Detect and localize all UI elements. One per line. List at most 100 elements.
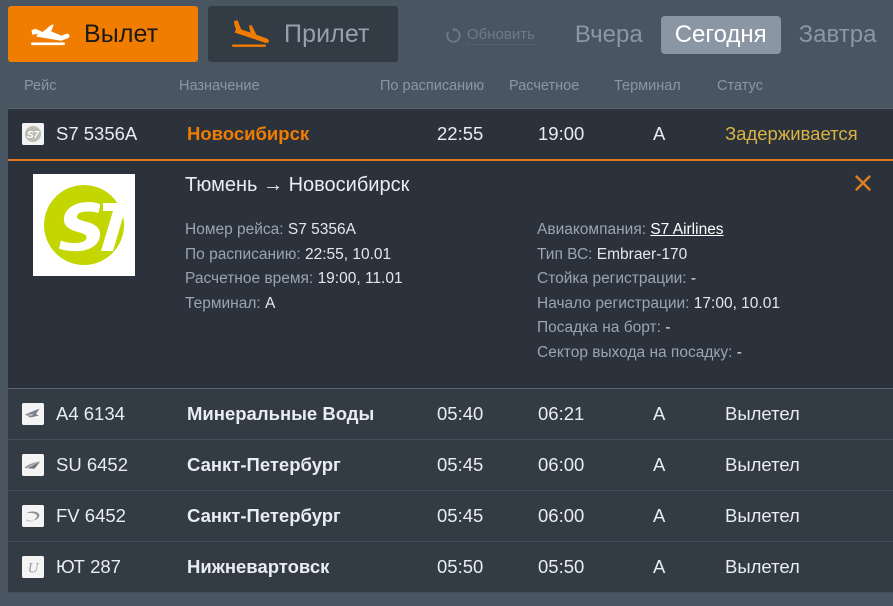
cell-status: Вылетел <box>725 505 800 526</box>
detail-right-column: Авиакомпания: S7 Airlines Тип ВС: Embrae… <box>537 218 780 365</box>
toolbar-right-group: Обновить Вчера Сегодня Завтра <box>445 15 893 55</box>
cell-destination: Минеральные Воды <box>187 403 375 424</box>
cell-destination: Новосибирск <box>187 123 310 144</box>
table-row[interactable]: FV 6452 Санкт-Петербург 05:45 06:00 A Вы… <box>8 491 893 542</box>
cell-flight-number: A4 6134 <box>56 403 125 424</box>
cell-status: Задерживается <box>725 123 858 144</box>
column-header-terminal: Терминал <box>614 78 681 94</box>
cell-flight-number: ЮТ 287 <box>56 556 121 577</box>
cell-flight-number: S7 5356A <box>56 123 138 144</box>
detail-label: Терминал: <box>185 294 261 312</box>
column-header-scheduled: По расписанию <box>380 78 485 94</box>
column-header-estimated: Расчетное <box>509 78 580 94</box>
cell-estimated: 19:00 <box>538 123 585 144</box>
cell-status: Вылетел <box>725 403 800 424</box>
day-tomorrow[interactable]: Завтра <box>787 16 889 54</box>
cell-flight-number: FV 6452 <box>56 505 126 526</box>
day-yesterday[interactable]: Вчера <box>563 16 655 54</box>
column-header-status: Статус <box>717 78 763 94</box>
detail-value: - <box>665 319 671 336</box>
detail-value: - <box>690 270 697 287</box>
detail-value: - <box>736 343 742 361</box>
detail-value: Embraer-170 <box>596 245 688 263</box>
column-header-destination: Назначение <box>179 78 260 94</box>
tab-departures-label: Вылет <box>84 19 159 48</box>
day-today[interactable]: Сегодня <box>660 16 781 54</box>
detail-field-airline: Авиакомпания: S7 Airlines <box>537 218 780 243</box>
detail-label: По расписанию: <box>185 245 301 263</box>
flight-table: S7 S7 5356A Новосибирск 22:55 19:00 A За… <box>8 108 893 593</box>
cell-scheduled: 22:55 <box>437 123 484 144</box>
cell-estimated: 06:00 <box>538 505 585 526</box>
cell-terminal: A <box>653 505 666 526</box>
table-row[interactable]: S7 S7 5356A Новосибирск 22:55 19:00 A За… <box>8 109 893 161</box>
cell-scheduled: 05:45 <box>437 454 484 475</box>
detail-label: Стойка регистрации: <box>537 270 687 287</box>
detail-field-gate-sector: Сектор выхода на посадку: - <box>537 341 780 366</box>
detail-label: Тип ВС: <box>537 245 593 263</box>
detail-value: S7 5356A <box>287 221 356 238</box>
detail-left-column: Номер рейса: S7 5356A По расписанию: 22:… <box>185 218 403 316</box>
detail-field-estimated: Расчетное время: 19:00, 11.01 <box>185 267 403 292</box>
detail-value: 22:55, 10.01 <box>304 245 392 263</box>
detail-value: 17:00, 10.01 <box>693 294 780 312</box>
plane-arrival-icon <box>228 17 272 51</box>
refresh-button[interactable]: Обновить <box>445 26 535 45</box>
detail-label: Сектор выхода на посадку: <box>537 343 733 361</box>
cell-destination: Санкт-Петербург <box>187 454 341 475</box>
cell-estimated: 05:50 <box>538 556 585 577</box>
cell-status: Вылетел <box>725 454 800 475</box>
detail-field-aircraft-type: Тип ВС: Embraer-170 <box>537 243 780 268</box>
detail-label: Посадка на борт: <box>537 319 661 336</box>
table-row[interactable]: A4 6134 Минеральные Воды 05:40 06:21 A В… <box>8 389 893 440</box>
flight-board-app: Вылет Прилет Обновить Вчера Сегодня Завт… <box>0 0 893 606</box>
detail-label: Начало регистрации: <box>537 294 690 312</box>
refresh-label: Обновить <box>467 25 535 45</box>
cell-flight-number: SU 6452 <box>56 454 128 475</box>
column-header-flight: Рейс <box>24 78 57 94</box>
close-icon[interactable] <box>853 173 873 193</box>
top-toolbar: Вылет Прилет Обновить Вчера Сегодня Завт… <box>0 0 893 72</box>
detail-label: Расчетное время: <box>185 270 314 287</box>
cell-terminal: A <box>653 556 666 577</box>
table-row[interactable]: U ЮТ 287 Нижневартовск 05:50 05:50 A Выл… <box>8 542 893 593</box>
rossiya-logo-icon <box>22 505 44 527</box>
detail-field-scheduled: По расписанию: 22:55, 10.01 <box>185 243 403 268</box>
detail-field-terminal: Терминал: A <box>185 292 403 317</box>
s7-logo-icon: S7 <box>22 123 44 145</box>
tab-arrivals[interactable]: Прилет <box>208 6 398 62</box>
tab-departures[interactable]: Вылет <box>8 6 198 62</box>
utair-logo-icon: U <box>22 556 44 578</box>
s7-logo-large-icon <box>33 174 135 276</box>
cell-destination: Нижневартовск <box>187 556 330 577</box>
cell-status: Вылетел <box>725 556 800 577</box>
day-selector: Вчера Сегодня Завтра <box>563 16 889 54</box>
detail-field-checkin-start: Начало регистрации: 17:00, 10.01 <box>537 292 780 317</box>
cell-estimated: 06:00 <box>538 454 585 475</box>
airline-link[interactable]: S7 Airlines <box>650 221 723 238</box>
detail-route-title: Тюмень → Новосибирск <box>185 174 410 196</box>
detail-value: A <box>265 294 276 312</box>
plane-departure-icon <box>28 17 72 51</box>
cell-terminal: A <box>653 403 666 424</box>
cell-terminal: A <box>653 123 666 144</box>
tab-arrivals-label: Прилет <box>284 19 370 48</box>
detail-label: Номер рейса: <box>185 221 284 238</box>
cell-scheduled: 05:40 <box>437 403 484 424</box>
detail-label: Авиакомпания: <box>537 221 647 238</box>
cell-estimated: 06:21 <box>538 403 585 424</box>
cell-terminal: A <box>653 454 666 475</box>
flight-detail-panel: Тюмень → Новосибирск Номер рейса: S7 535… <box>8 161 893 389</box>
table-row[interactable]: SU 6452 Санкт-Петербург 05:45 06:00 A Вы… <box>8 440 893 491</box>
detail-field-flight-number: Номер рейса: S7 5356A <box>185 218 403 243</box>
refresh-icon <box>445 27 462 44</box>
aeroflot-logo-icon <box>22 454 44 476</box>
detail-value: 19:00, 11.01 <box>317 270 403 287</box>
column-headers: Рейс Назначение По расписанию Расчетное … <box>0 72 893 108</box>
cell-destination: Санкт-Петербург <box>187 505 341 526</box>
detail-field-checkin-desk: Стойка регистрации: - <box>537 267 780 292</box>
azimuth-logo-icon <box>22 403 44 425</box>
cell-scheduled: 05:45 <box>437 505 484 526</box>
detail-field-boarding: Посадка на борт: - <box>537 316 780 341</box>
cell-scheduled: 05:50 <box>437 556 484 577</box>
